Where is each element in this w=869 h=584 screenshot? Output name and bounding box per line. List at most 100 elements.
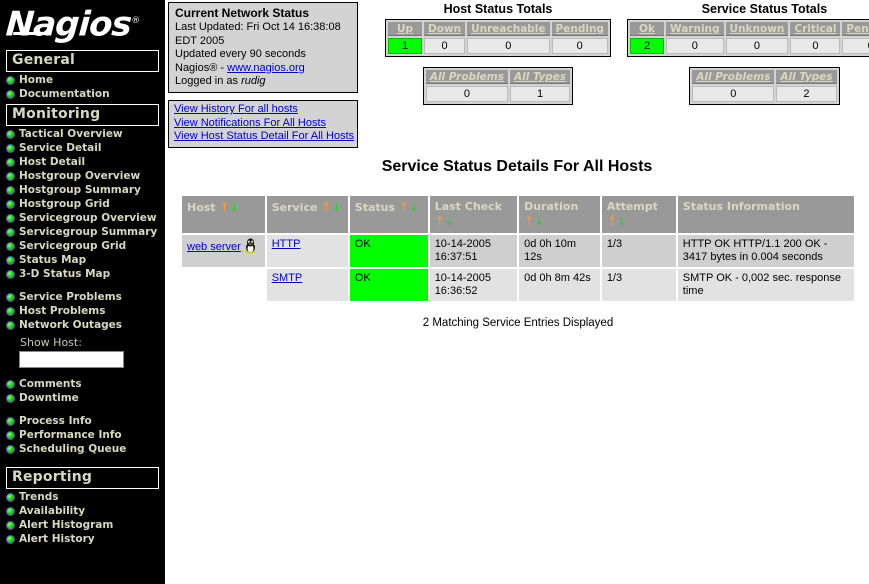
column-header-duration[interactable]: Duration ↑↓ [519, 196, 600, 233]
host-status-totals-group: Host Status Totals Up Down Unreachable P… [385, 2, 611, 105]
table-header-row: All Problems All Types [692, 70, 836, 84]
sidebar-item-comments[interactable]: Comments [0, 377, 165, 391]
sidebar-item-hostgroup-overview[interactable]: Hostgroup Overview [0, 169, 165, 183]
service-total-col-warning[interactable]: Warning [666, 22, 724, 36]
sort-asc-icon[interactable]: ↑ [399, 200, 409, 214]
sort-asc-icon[interactable]: ↑ [219, 200, 229, 214]
sidebar-item-label: Trends [19, 490, 59, 504]
view-history-link[interactable]: View History For all hosts [174, 103, 354, 117]
nagios-logo[interactable]: Nagios® [0, 0, 165, 47]
table-row: SMTP OK 10-14-2005 16:36:52 0d 0h 8m 42s… [182, 269, 854, 301]
network-status-update-interval: Updated every 90 seconds [175, 48, 353, 62]
sidebar-item-alert-history[interactable]: Alert History [0, 532, 165, 546]
service-total-col-unknown[interactable]: Unknown [726, 22, 789, 36]
sidebar-item-scheduling-queue[interactable]: Scheduling Queue [0, 442, 165, 456]
sidebar-item-label: Documentation [19, 87, 110, 101]
sort-desc-icon[interactable]: ↓ [229, 200, 239, 214]
sidebar-list-problems: Service Problems Host Problems Network O… [0, 290, 165, 332]
sidebar-item-label: Performance Info [19, 428, 122, 442]
page-title: Service Status Details For All Hosts [367, 156, 667, 178]
sidebar-item-3d-status-map[interactable]: 3-D Status Map [0, 267, 165, 281]
column-header-host[interactable]: Host ↑↓ [182, 196, 265, 233]
service-subtotal-col-all-types[interactable]: All Types [776, 70, 836, 84]
bullet-icon [6, 130, 15, 139]
cell-service[interactable]: SMTP [267, 269, 348, 301]
service-status-subtotals-table: All Problems All Types 0 2 [689, 67, 839, 105]
sidebar-item-status-map[interactable]: Status Map [0, 253, 165, 267]
sidebar-item-service-detail[interactable]: Service Detail [0, 141, 165, 155]
sidebar-item-servicegroup-overview[interactable]: Servicegroup Overview [0, 211, 165, 225]
host-status-totals-title: Host Status Totals [385, 2, 611, 19]
host-total-value-up: 1 [388, 38, 422, 54]
service-total-col-ok[interactable]: Ok [630, 22, 664, 36]
host-total-col-up[interactable]: Up [388, 22, 422, 36]
bullet-icon [6, 493, 15, 502]
service-link[interactable]: SMTP [272, 272, 303, 284]
sidebar-item-availability[interactable]: Availability [0, 504, 165, 518]
sort-desc-icon[interactable]: ↓ [617, 214, 627, 228]
sidebar-item-hostgroup-grid[interactable]: Hostgroup Grid [0, 197, 165, 211]
sort-desc-icon[interactable]: ↓ [331, 200, 341, 214]
sidebar-item-network-outages[interactable]: Network Outages [0, 318, 165, 332]
show-host-input[interactable] [19, 351, 124, 368]
sidebar-item-documentation[interactable]: Documentation [0, 87, 165, 101]
view-host-status-detail-link[interactable]: View Host Status Detail For All Hosts [174, 130, 354, 144]
bullet-icon [6, 293, 15, 302]
bullet-icon [6, 535, 15, 544]
spacer [0, 281, 165, 289]
nagios-website-link[interactable]: www.nagios.org [227, 62, 305, 74]
service-subtotal-col-all-problems[interactable]: All Problems [692, 70, 774, 84]
column-header-last-check[interactable]: Last Check ↑↓ [430, 196, 517, 233]
sidebar-item-servicegroup-grid[interactable]: Servicegroup Grid [0, 239, 165, 253]
host-subtotal-col-all-types[interactable]: All Types [510, 70, 570, 84]
service-status-totals-title: Service Status Totals [627, 2, 869, 19]
sidebar-item-home[interactable]: Home [0, 73, 165, 87]
host-link[interactable]: web server [187, 241, 241, 253]
sort-desc-icon[interactable]: ↓ [409, 200, 419, 214]
sort-asc-icon[interactable]: ↑ [321, 200, 331, 214]
service-total-value-warning: 0 [666, 38, 724, 54]
sidebar-item-downtime[interactable]: Downtime [0, 391, 165, 405]
sidebar-item-performance-info[interactable]: Performance Info [0, 428, 165, 442]
host-total-col-down[interactable]: Down [424, 22, 465, 36]
bullet-icon [6, 144, 15, 153]
sidebar-item-process-info[interactable]: Process Info [0, 414, 165, 428]
cell-duration: 0d 0h 10m 12s [519, 235, 600, 267]
sort-asc-icon[interactable]: ↑ [435, 214, 445, 228]
cell-host[interactable]: web server [182, 235, 265, 267]
column-header-status[interactable]: Status ↑↓ [350, 196, 428, 233]
sidebar-item-host-problems[interactable]: Host Problems [0, 304, 165, 318]
bullet-icon [6, 158, 15, 167]
sidebar-item-label: Servicegroup Summary [19, 225, 157, 239]
sidebar-item-trends[interactable]: Trends [0, 490, 165, 504]
sort-asc-icon[interactable]: ↑ [524, 214, 534, 228]
sidebar-item-host-detail[interactable]: Host Detail [0, 155, 165, 169]
sidebar-item-service-problems[interactable]: Service Problems [0, 290, 165, 304]
host-total-col-pending[interactable]: Pending [552, 22, 608, 36]
sidebar-item-alert-histogram[interactable]: Alert Histogram [0, 518, 165, 532]
bullet-icon [6, 76, 15, 85]
sort-asc-icon[interactable]: ↑ [607, 214, 617, 228]
column-header-service[interactable]: Service ↑↓ [267, 196, 348, 233]
sidebar-item-label: 3-D Status Map [19, 267, 110, 281]
sidebar-section-general: General [6, 50, 159, 72]
sidebar-item-hostgroup-summary[interactable]: Hostgroup Summary [0, 183, 165, 197]
bullet-icon [6, 172, 15, 181]
sort-desc-icon[interactable]: ↓ [445, 214, 455, 228]
service-total-col-pending[interactable]: Pending [842, 22, 869, 36]
service-link[interactable]: HTTP [272, 238, 301, 250]
column-header-status-information: Status Information [678, 196, 854, 233]
sidebar-item-servicegroup-summary[interactable]: Servicegroup Summary [0, 225, 165, 239]
host-total-col-unreachable[interactable]: Unreachable [467, 22, 549, 36]
service-status-totals-table: Ok Warning Unknown Critical Pending 2 0 … [627, 19, 869, 57]
cell-service[interactable]: HTTP [267, 235, 348, 267]
service-total-col-critical[interactable]: Critical [790, 22, 840, 36]
sort-desc-icon[interactable]: ↓ [534, 214, 544, 228]
bullet-icon [6, 242, 15, 251]
bullet-icon [6, 417, 15, 426]
view-notifications-link[interactable]: View Notifications For All Hosts [174, 117, 354, 131]
column-header-attempt[interactable]: Attempt ↑↓ [602, 196, 676, 233]
sidebar-item-tactical-overview[interactable]: Tactical Overview [0, 127, 165, 141]
host-subtotal-col-all-problems[interactable]: All Problems [426, 70, 508, 84]
registered-mark: ® [131, 16, 140, 26]
